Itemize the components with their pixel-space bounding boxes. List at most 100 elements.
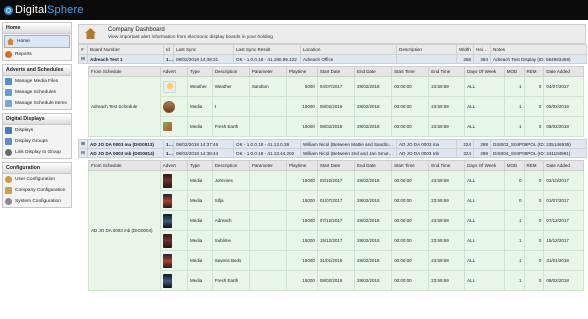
johnnies-thumbnail[interactable]: [162, 173, 172, 188]
sevens-beds-thumbnail[interactable]: [162, 253, 172, 268]
advert-cell: [159, 96, 188, 117]
media-files-icon: [5, 78, 12, 85]
location: William Nicol (Between Mattie and Sandto…: [300, 139, 397, 149]
column-header: Advert: [159, 160, 188, 171]
end-time: 23:59:59: [428, 210, 466, 231]
advert-cell: [159, 230, 188, 251]
schedule-items-table: From Schedule Advert Type Description Pa…: [88, 66, 584, 137]
sidebar-item-schedule-items[interactable]: Manage Schedule Items: [3, 98, 71, 109]
table-row: Media Sevens Beds 15000 31/01/2018 28/02…: [89, 250, 584, 271]
page-subtitle: View important alert information from el…: [108, 35, 273, 40]
start-time: 00:00:00: [391, 270, 430, 291]
start-date: 15/12/2017: [316, 230, 356, 251]
end-time: 23:59:59: [428, 76, 466, 97]
app-logo[interactable]: Digital Sphere: [4, 4, 84, 16]
column-header: End Date: [354, 160, 393, 171]
sidebar-item-reports[interactable]: Reports: [3, 49, 71, 60]
sidebar-item-media-files[interactable]: Manage Media Files: [3, 76, 71, 87]
start-date: 02/10/2017: [316, 170, 356, 191]
end-time: 23:59:59: [428, 170, 466, 191]
watch-thumbnail[interactable]: [162, 100, 175, 113]
collapse-toggle-icon[interactable]: ⊟: [78, 54, 88, 64]
end-date: 28/02/2018: [354, 190, 393, 211]
column-header[interactable]: Board Number: [87, 44, 164, 55]
width: 224: [456, 139, 474, 149]
sidebar-item-system-config[interactable]: System Configuration: [3, 196, 71, 207]
playtime: 15000: [285, 190, 318, 211]
parameter: [248, 230, 287, 251]
expand-toggle-icon[interactable]: ⊞: [78, 139, 88, 149]
column-header: End Time: [428, 160, 466, 171]
logo-text-sphere: Sphere: [46, 4, 84, 16]
height: 384: [473, 54, 491, 64]
column-header[interactable]: Last Sync Result: [233, 44, 301, 55]
board-row[interactable]: ⊟ AD JO DA 0003 mb (DIG0814) 14 08/02/20…: [78, 148, 587, 158]
page-title: Company Dashboard: [108, 27, 165, 33]
column-header: REM: [523, 160, 545, 171]
reports-icon: [5, 51, 12, 58]
sidebar-item-home[interactable]: Home: [4, 35, 70, 48]
sifja-thumbnail[interactable]: [162, 193, 172, 208]
start-time: 00:00:00: [391, 230, 430, 251]
date-added: 07/12/2017: [543, 210, 584, 231]
company-icon: [5, 187, 12, 194]
description: AD JO DA 0003 mb: [396, 148, 457, 158]
adreach-thumbnail[interactable]: [162, 213, 172, 228]
height: 288: [473, 148, 491, 158]
column-header[interactable]: Last Sync: [173, 44, 234, 55]
type: Media: [186, 96, 213, 117]
column-header[interactable]: Height: [473, 44, 491, 55]
displays-icon: [5, 127, 12, 134]
sidebar-item-link-display[interactable]: Link Display to Group: [3, 147, 71, 158]
playtime: 15000: [285, 116, 318, 137]
sidebar-item-user-config[interactable]: User Configuration: [3, 174, 71, 185]
table-row: Adreach Test Schedule Weather Weather Sa…: [88, 76, 584, 137]
column-header: Parameter: [248, 160, 287, 171]
sidebar-item-schedules[interactable]: Manage Schedules: [3, 87, 71, 98]
notes: Adreach Test Display (ID: 564883459): [490, 54, 587, 64]
sidebar-item-company-config[interactable]: Company Configuration: [3, 185, 71, 196]
advert-cell: [159, 250, 188, 271]
board-row[interactable]: ⊟ Adreach Test 1 10 08/02/2018 14:38:31 …: [78, 54, 587, 64]
column-header[interactable]: Description: [396, 44, 457, 55]
globe-logo-icon: [4, 5, 13, 15]
board-row[interactable]: ⊞ AD JO DA 0003 ma (DIG0813) 12 08/02/20…: [78, 139, 587, 149]
fresh-earth-thumbnail[interactable]: [162, 122, 172, 131]
advert-cell: [159, 76, 188, 97]
start-date: 08/02/2018: [316, 116, 356, 137]
column-header: From Schedule: [88, 66, 161, 77]
notes: DIS004_S04P08POL (ID: 241104991): [490, 148, 587, 158]
days-of-week: ALL: [464, 230, 505, 251]
description: Adreach: [211, 210, 250, 231]
fresh-earth-thumbnail[interactable]: [162, 273, 172, 288]
boards-table-continued: ⊞ AD JO DA 0003 ma (DIG0813) 12 08/02/20…: [78, 139, 587, 158]
collapse-toggle-icon[interactable]: ⊟: [78, 148, 88, 158]
column-header: REM: [523, 66, 545, 77]
sidebar-item-label: Reports: [15, 52, 32, 57]
days-of-week: ALL: [464, 250, 505, 271]
column-header[interactable]: Notes: [490, 44, 587, 55]
column-header[interactable]: Width: [456, 44, 474, 55]
column-header[interactable]: Location: [300, 44, 397, 55]
sublime-thumbnail[interactable]: [162, 233, 172, 248]
sidebar-item-displays[interactable]: Displays: [3, 125, 71, 136]
board-number: AD JO DA 0003 mb (DIG0814): [87, 148, 164, 158]
column-header: Start Time: [391, 66, 430, 77]
sidebar-section-home: Home Home Reports: [2, 22, 72, 61]
days-of-week: ALL: [464, 210, 505, 231]
sidebar-item-label: System Configuration: [15, 199, 61, 204]
description: AD JO DA 0003 ma: [396, 139, 457, 149]
rem: 0: [523, 76, 545, 97]
display-groups-icon: [5, 138, 12, 145]
date-added: 15/12/2017: [543, 230, 584, 251]
sidebar-item-display-groups[interactable]: Display Groups: [3, 136, 71, 147]
playtime: 15000: [285, 210, 318, 231]
column-header: MOD: [503, 160, 525, 171]
column-header[interactable]: Id: [163, 44, 174, 55]
from-schedule: AD JO DA 0003 mb (DIG0004): [88, 170, 161, 291]
sidebar: Home Home Reports Adverts and Schedules …: [2, 22, 72, 211]
parameter: [248, 96, 287, 117]
days-of-week: ALL: [464, 116, 505, 137]
weather-thumbnail[interactable]: [162, 80, 176, 93]
column-header: Type: [186, 160, 213, 171]
